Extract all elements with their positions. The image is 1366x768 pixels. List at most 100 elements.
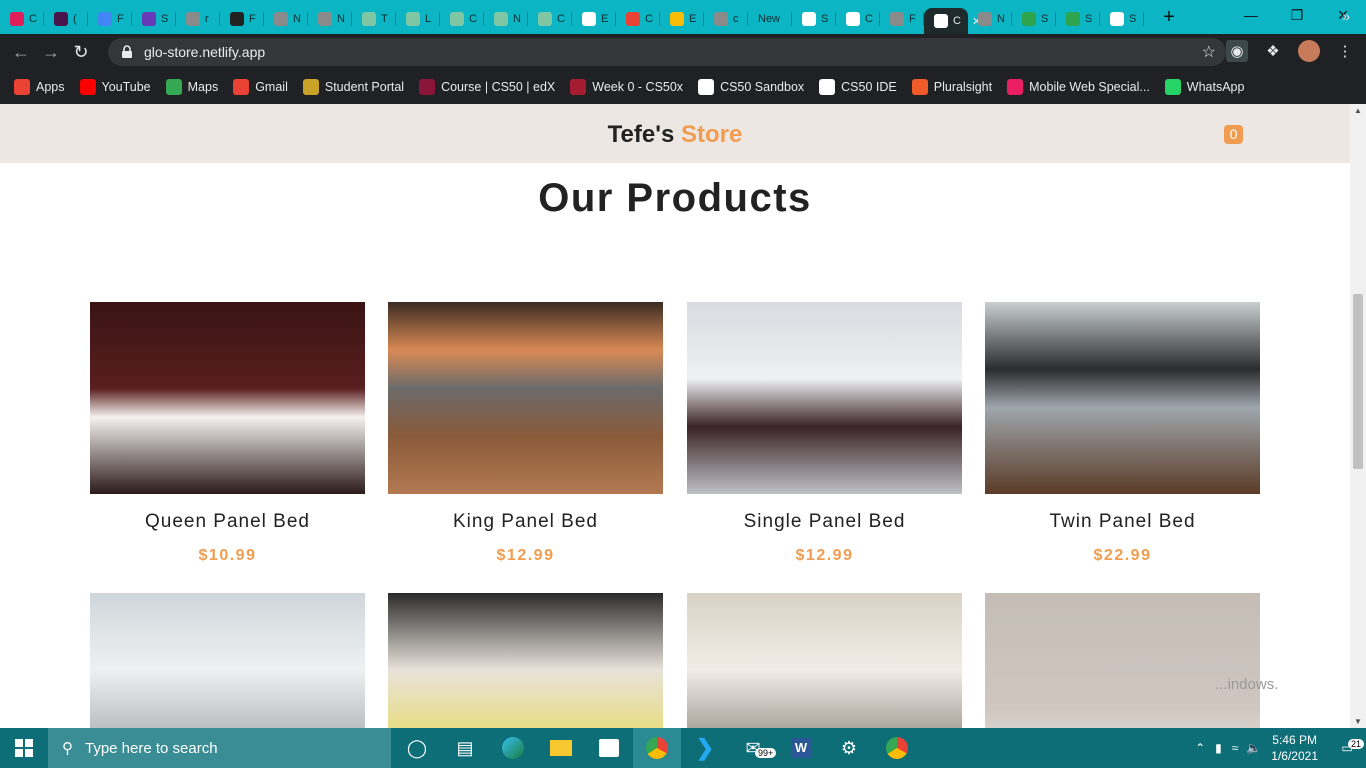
browser-tab[interactable]: New <box>748 6 792 32</box>
browser-tab[interactable]: c <box>704 6 748 32</box>
restore-icon[interactable]: ❐ <box>1274 0 1320 30</box>
product-card[interactable]: Queen Panel Bed $10.99 <box>90 302 365 565</box>
product-card[interactable] <box>687 593 962 728</box>
forward-icon[interactable]: → <box>36 42 66 63</box>
bookmark-label: CS50 Sandbox <box>720 80 805 94</box>
mail-icon[interactable]: ✉ 99+ <box>729 728 777 768</box>
bookmark-item[interactable]: CS50 Sandbox <box>698 79 804 95</box>
cart-count-badge[interactable]: 0 <box>1224 125 1243 144</box>
browser-tab[interactable]: E <box>660 6 704 32</box>
product-price: $22.99 <box>1093 547 1152 564</box>
bookmark-item[interactable]: Week 0 - CS50x <box>570 79 683 95</box>
file-explorer-icon[interactable] <box>537 728 585 768</box>
bookmark-item[interactable]: Student Portal <box>302 79 405 95</box>
task-view-icon[interactable]: ▤ <box>441 728 489 768</box>
product-image[interactable] <box>687 302 962 494</box>
new-tab-icon[interactable]: + <box>1154 6 1184 29</box>
notification-center-icon[interactable]: ▭ 21 <box>1328 739 1366 755</box>
bookmarks-overflow-icon[interactable]: » <box>1342 8 1350 24</box>
product-image[interactable] <box>90 302 365 494</box>
browser-tab[interactable]: C <box>0 6 44 32</box>
page-scrollbar[interactable]: ▲ ▼ <box>1350 104 1366 728</box>
back-icon[interactable]: ← <box>6 42 36 63</box>
browser-tab[interactable]: C <box>440 6 484 32</box>
reload-icon[interactable]: ↻ <box>66 42 96 63</box>
bookmark-item[interactable]: Pluralsight <box>911 79 992 95</box>
bookmark-label: Week 0 - CS50x <box>592 80 684 94</box>
more-menu-icon[interactable]: ⋮ <box>1334 40 1356 62</box>
address-toolbar: ← → ↻ glo-store.netlify.app ☆ ◉ ❖ ⋮ <box>0 34 1366 70</box>
browser-tab[interactable]: C ✕ <box>924 8 981 34</box>
cortana-icon[interactable]: ◯ <box>393 728 441 768</box>
browser-tab[interactable]: C <box>616 6 660 32</box>
bookmark-item[interactable]: Apps <box>14 79 65 95</box>
browser-tab[interactable]: E <box>572 6 616 32</box>
extension-icon[interactable]: ◉ <box>1226 40 1248 62</box>
bookmark-item[interactable]: Gmail <box>233 79 288 95</box>
vscode-icon[interactable]: ❯ <box>681 728 729 768</box>
browser-tab[interactable]: T <box>352 6 396 32</box>
browser-tab[interactable]: S <box>1056 6 1100 32</box>
bookmark-star-icon[interactable]: ☆ <box>1202 42 1216 62</box>
edge-icon[interactable] <box>489 728 537 768</box>
browser-tab[interactable]: N <box>484 6 528 32</box>
word-icon[interactable]: W <box>777 728 825 768</box>
browser-tab[interactable]: r <box>176 6 220 32</box>
tab-favicon-icon <box>10 12 24 26</box>
browser-tab[interactable]: F <box>220 6 264 32</box>
address-bar[interactable]: glo-store.netlify.app ☆ <box>108 38 1226 66</box>
bookmark-label: Student Portal <box>324 80 405 94</box>
browser-tab[interactable]: N <box>308 6 352 32</box>
browser-tab[interactable]: ( <box>44 6 88 32</box>
scroll-down-icon[interactable]: ▼ <box>1354 717 1362 726</box>
product-card[interactable]: King Panel Bed $12.99 <box>388 302 663 565</box>
minimize-icon[interactable]: — <box>1228 0 1274 30</box>
bookmark-item[interactable]: CS50 IDE <box>819 79 897 95</box>
browser-tab[interactable]: S <box>1012 6 1056 32</box>
browser-tab[interactable]: C <box>836 6 880 32</box>
chrome-profile-icon[interactable] <box>633 728 681 768</box>
chrome-icon[interactable] <box>873 728 921 768</box>
tab-label: E <box>689 13 697 25</box>
tab-favicon-icon <box>978 12 992 26</box>
battery-icon[interactable]: ▮ <box>1215 741 1222 755</box>
browser-tab[interactable]: S <box>792 6 836 32</box>
browser-tab[interactable]: N <box>264 6 308 32</box>
browser-tab[interactable]: L <box>396 6 440 32</box>
windows-start-icon[interactable] <box>0 728 48 768</box>
product-image[interactable] <box>985 302 1260 494</box>
product-card[interactable] <box>90 593 365 728</box>
product-image[interactable] <box>90 593 365 728</box>
scrollbar-thumb[interactable] <box>1353 294 1363 469</box>
product-card[interactable] <box>388 593 663 728</box>
bookmark-item[interactable]: YouTube <box>79 79 151 95</box>
product-image[interactable] <box>388 302 663 494</box>
browser-tab[interactable]: S <box>132 6 176 32</box>
taskbar-search[interactable]: ⚲ Type here to search <box>48 728 391 768</box>
product-image[interactable] <box>388 593 663 728</box>
product-card[interactable]: Single Panel Bed $12.99 <box>687 302 962 565</box>
bookmark-item[interactable]: Course | CS50 | edX <box>419 79 555 95</box>
browser-tab[interactable]: C <box>528 6 572 32</box>
browser-tab[interactable]: F <box>880 6 924 32</box>
volume-icon[interactable]: 🔈 <box>1246 741 1261 755</box>
product-card[interactable]: Twin Panel Bed $22.99 <box>985 302 1260 565</box>
bookmark-item[interactable]: Maps <box>165 79 218 95</box>
product-image[interactable] <box>687 593 962 728</box>
browser-tab[interactable]: N <box>968 6 1012 32</box>
browser-tab[interactable]: S <box>1100 6 1144 32</box>
tray-chevron-icon[interactable]: ⌃ <box>1195 741 1205 755</box>
bookmark-item[interactable]: Mobile Web Special... <box>1007 79 1150 95</box>
tab-favicon-icon <box>890 12 904 26</box>
wifi-icon[interactable]: ≈ <box>1232 741 1239 755</box>
bookmark-item[interactable]: WhatsApp <box>1164 79 1244 95</box>
profile-avatar[interactable] <box>1298 40 1320 62</box>
clock[interactable]: 5:46 PM 1/6/2021 <box>1271 732 1318 764</box>
puzzle-extensions-icon[interactable]: ❖ <box>1262 40 1284 62</box>
scroll-up-icon[interactable]: ▲ <box>1354 106 1362 115</box>
store-icon[interactable] <box>585 728 633 768</box>
browser-tab[interactable]: F <box>88 6 132 32</box>
tab-favicon-icon <box>318 12 332 26</box>
settings-gear-icon[interactable]: ⚙ <box>825 728 873 768</box>
product-price: $12.99 <box>795 547 854 564</box>
